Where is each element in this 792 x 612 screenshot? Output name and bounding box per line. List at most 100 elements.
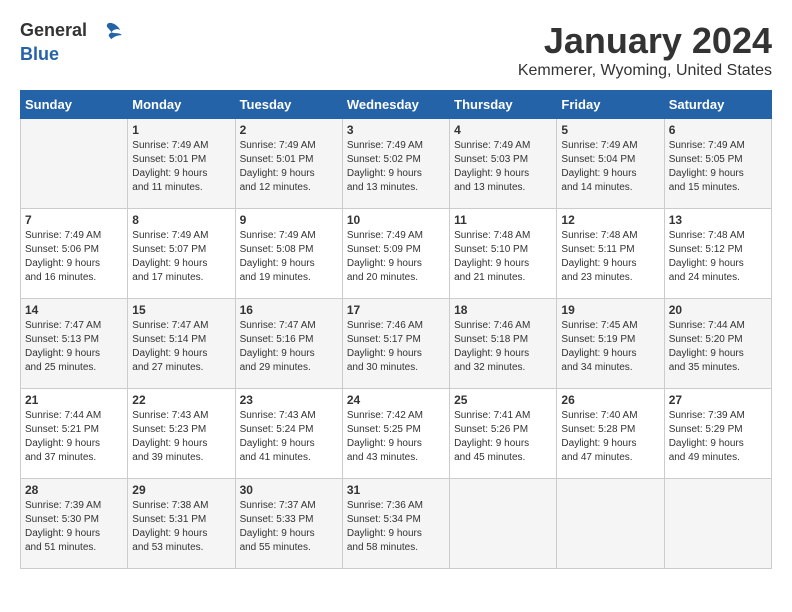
day-number: 9: [240, 213, 338, 227]
calendar-cell: 15 Sunrise: 7:47 AM Sunset: 5:14 PM Dayli…: [128, 299, 235, 389]
calendar-cell: 5Sunrise: 7:49 AM Sunset: 5:04 PM Daylig…: [557, 119, 664, 209]
logo-blue: Blue: [20, 44, 59, 64]
calendar-cell: 18 Sunrise: 7:46 AM Sunset: 5:18 PM Dayli…: [450, 299, 557, 389]
calendar-header: SundayMondayTuesdayWednesdayThursdayFrid…: [21, 91, 772, 119]
day-info: Sunrise: 7:46 AM Sunset: 5:18 PM Dayligh…: [454, 319, 552, 375]
day-info: Sunrise: 7:45 AM Sunset: 5:19 PM Dayligh…: [561, 319, 659, 375]
calendar-cell: 9 Sunrise: 7:49 AM Sunset: 5:08 PM Daylig…: [235, 209, 342, 299]
day-number: 12: [561, 213, 659, 227]
calendar-cell: [21, 119, 128, 209]
calendar-cell: 27Sunrise: 7:39 AM Sunset: 5:29 PM Dayli…: [664, 389, 771, 479]
calendar-cell: 28 Sunrise: 7:39 AM Sunset: 5:30 PM Dayli…: [21, 479, 128, 569]
day-info: Sunrise: 7:49 AM Sunset: 5:05 PM Dayligh…: [669, 139, 767, 195]
day-number: 11: [454, 213, 552, 227]
day-info: Sunrise: 7:44 AM Sunset: 5:21 PM Dayligh…: [25, 409, 123, 465]
day-info: Sunrise: 7:49 AM Sunset: 5:01 PM Dayligh…: [132, 139, 230, 195]
calendar-cell: 21 Sunrise: 7:44 AM Sunset: 5:21 PM Dayli…: [21, 389, 128, 479]
calendar-cell: 3 Sunrise: 7:49 AM Sunset: 5:02 PM Daylig…: [342, 119, 449, 209]
day-number: 14: [25, 303, 123, 317]
title-area: January 2024 Kemmerer, Wyoming, United S…: [518, 20, 772, 80]
calendar-cell: 16Sunrise: 7:47 AM Sunset: 5:16 PM Dayli…: [235, 299, 342, 389]
calendar-cell: 14 Sunrise: 7:47 AM Sunset: 5:13 PM Dayli…: [21, 299, 128, 389]
day-info: Sunrise: 7:47 AM Sunset: 5:13 PM Dayligh…: [25, 319, 123, 375]
calendar-cell: 20 Sunrise: 7:44 AM Sunset: 5:20 PM Dayli…: [664, 299, 771, 389]
day-info: Sunrise: 7:49 AM Sunset: 5:01 PM Dayligh…: [240, 139, 338, 195]
day-info: Sunrise: 7:47 AM Sunset: 5:14 PM Dayligh…: [132, 319, 230, 375]
calendar-cell: 23Sunrise: 7:43 AM Sunset: 5:24 PM Dayli…: [235, 389, 342, 479]
calendar-week-3: 14 Sunrise: 7:47 AM Sunset: 5:13 PM Dayli…: [21, 299, 772, 389]
day-info: Sunrise: 7:49 AM Sunset: 5:06 PM Dayligh…: [25, 229, 123, 285]
logo-general: General: [20, 20, 87, 40]
calendar-cell: 29 Sunrise: 7:38 AM Sunset: 5:31 PM Dayli…: [128, 479, 235, 569]
day-info: Sunrise: 7:38 AM Sunset: 5:31 PM Dayligh…: [132, 499, 230, 555]
calendar-week-4: 21 Sunrise: 7:44 AM Sunset: 5:21 PM Dayli…: [21, 389, 772, 479]
day-number: 4: [454, 123, 552, 137]
day-info: Sunrise: 7:48 AM Sunset: 5:11 PM Dayligh…: [561, 229, 659, 285]
day-info: Sunrise: 7:42 AM Sunset: 5:25 PM Dayligh…: [347, 409, 445, 465]
location-title: Kemmerer, Wyoming, United States: [518, 62, 772, 80]
day-number: 6: [669, 123, 767, 137]
day-number: 3: [347, 123, 445, 137]
day-number: 28: [25, 483, 123, 497]
weekday-header-tuesday: Tuesday: [235, 91, 342, 119]
calendar-week-2: 7Sunrise: 7:49 AM Sunset: 5:06 PM Daylig…: [21, 209, 772, 299]
day-info: Sunrise: 7:48 AM Sunset: 5:10 PM Dayligh…: [454, 229, 552, 285]
calendar-cell: [557, 479, 664, 569]
day-number: 22: [132, 393, 230, 407]
day-info: Sunrise: 7:49 AM Sunset: 5:07 PM Dayligh…: [132, 229, 230, 285]
day-number: 5: [561, 123, 659, 137]
day-number: 2: [240, 123, 338, 137]
calendar-cell: 10Sunrise: 7:49 AM Sunset: 5:09 PM Dayli…: [342, 209, 449, 299]
calendar-cell: 13Sunrise: 7:48 AM Sunset: 5:12 PM Dayli…: [664, 209, 771, 299]
day-number: 1: [132, 123, 230, 137]
day-number: 18: [454, 303, 552, 317]
calendar-cell: 12 Sunrise: 7:48 AM Sunset: 5:11 PM Dayli…: [557, 209, 664, 299]
day-number: 13: [669, 213, 767, 227]
calendar-cell: 22Sunrise: 7:43 AM Sunset: 5:23 PM Dayli…: [128, 389, 235, 479]
day-number: 20: [669, 303, 767, 317]
day-info: Sunrise: 7:41 AM Sunset: 5:26 PM Dayligh…: [454, 409, 552, 465]
day-number: 29: [132, 483, 230, 497]
day-number: 23: [240, 393, 338, 407]
weekday-header-sunday: Sunday: [21, 91, 128, 119]
calendar-cell: [664, 479, 771, 569]
day-number: 15: [132, 303, 230, 317]
weekday-header-wednesday: Wednesday: [342, 91, 449, 119]
calendar-cell: 7Sunrise: 7:49 AM Sunset: 5:06 PM Daylig…: [21, 209, 128, 299]
day-number: 31: [347, 483, 445, 497]
day-info: Sunrise: 7:36 AM Sunset: 5:34 PM Dayligh…: [347, 499, 445, 555]
weekday-header-monday: Monday: [128, 91, 235, 119]
calendar-cell: 6 Sunrise: 7:49 AM Sunset: 5:05 PM Daylig…: [664, 119, 771, 209]
day-info: Sunrise: 7:37 AM Sunset: 5:33 PM Dayligh…: [240, 499, 338, 555]
day-number: 26: [561, 393, 659, 407]
month-title: January 2024: [518, 20, 772, 62]
day-info: Sunrise: 7:47 AM Sunset: 5:16 PM Dayligh…: [240, 319, 338, 375]
calendar-week-1: 1 Sunrise: 7:49 AM Sunset: 5:01 PM Daylig…: [21, 119, 772, 209]
calendar-cell: 8Sunrise: 7:49 AM Sunset: 5:07 PM Daylig…: [128, 209, 235, 299]
header: General Blue January 2024 Kemmerer, Wyom…: [20, 20, 772, 80]
logo-line1: General: [20, 20, 122, 44]
weekday-header-thursday: Thursday: [450, 91, 557, 119]
day-number: 21: [25, 393, 123, 407]
day-number: 10: [347, 213, 445, 227]
calendar-cell: 24 Sunrise: 7:42 AM Sunset: 5:25 PM Dayli…: [342, 389, 449, 479]
calendar-cell: 31 Sunrise: 7:36 AM Sunset: 5:34 PM Dayli…: [342, 479, 449, 569]
day-number: 24: [347, 393, 445, 407]
weekday-header-friday: Friday: [557, 91, 664, 119]
logo: General Blue: [20, 20, 122, 65]
day-info: Sunrise: 7:49 AM Sunset: 5:08 PM Dayligh…: [240, 229, 338, 285]
day-info: Sunrise: 7:39 AM Sunset: 5:30 PM Dayligh…: [25, 499, 123, 555]
day-number: 30: [240, 483, 338, 497]
day-info: Sunrise: 7:49 AM Sunset: 5:02 PM Dayligh…: [347, 139, 445, 195]
day-info: Sunrise: 7:44 AM Sunset: 5:20 PM Dayligh…: [669, 319, 767, 375]
day-info: Sunrise: 7:49 AM Sunset: 5:03 PM Dayligh…: [454, 139, 552, 195]
day-number: 19: [561, 303, 659, 317]
calendar-cell: 4 Sunrise: 7:49 AM Sunset: 5:03 PM Daylig…: [450, 119, 557, 209]
logo-bird-icon: [94, 20, 122, 44]
day-info: Sunrise: 7:39 AM Sunset: 5:29 PM Dayligh…: [669, 409, 767, 465]
day-number: 25: [454, 393, 552, 407]
calendar-body: 1 Sunrise: 7:49 AM Sunset: 5:01 PM Daylig…: [21, 119, 772, 569]
day-info: Sunrise: 7:46 AM Sunset: 5:17 PM Dayligh…: [347, 319, 445, 375]
calendar-cell: 26Sunrise: 7:40 AM Sunset: 5:28 PM Dayli…: [557, 389, 664, 479]
calendar-cell: 30 Sunrise: 7:37 AM Sunset: 5:33 PM Dayli…: [235, 479, 342, 569]
